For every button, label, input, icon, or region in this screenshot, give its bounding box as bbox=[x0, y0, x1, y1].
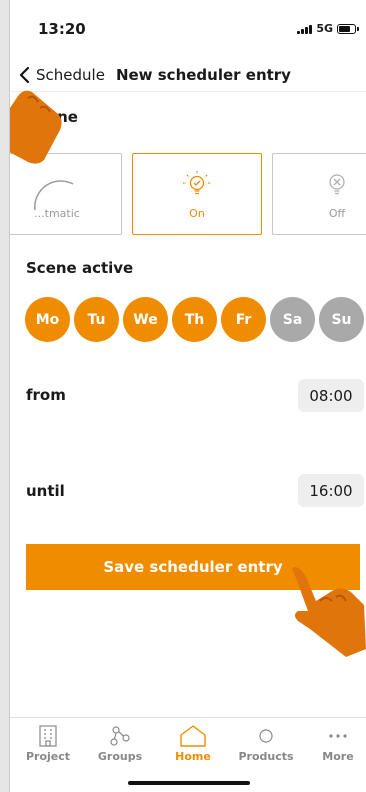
mode-automatic[interactable]: ...tmatic bbox=[10, 153, 122, 235]
more-icon bbox=[328, 724, 348, 748]
products-icon bbox=[256, 724, 276, 748]
device-frame-edge bbox=[0, 0, 10, 792]
battery-icon bbox=[337, 23, 359, 34]
tab-label: More bbox=[322, 750, 354, 763]
weekday-selector: Mo Tu We Th Fr Sa Su bbox=[25, 297, 364, 342]
home-icon bbox=[179, 724, 207, 748]
automatic-icon bbox=[27, 170, 87, 213]
navigation-bar: Schedule New scheduler entry bbox=[10, 58, 366, 92]
status-bar: 13:20 5G bbox=[10, 0, 366, 58]
day-sunday[interactable]: Su bbox=[319, 297, 364, 342]
day-thursday[interactable]: Th bbox=[172, 297, 217, 342]
mode-label: Off bbox=[328, 207, 346, 220]
mode-on[interactable]: On bbox=[132, 153, 262, 235]
day-monday[interactable]: Mo bbox=[25, 297, 70, 342]
scene-active-title: Scene active bbox=[26, 259, 134, 277]
mode-section-title: ...ne bbox=[40, 108, 78, 126]
bulb-on-icon bbox=[179, 170, 215, 201]
day-saturday[interactable]: Sa bbox=[270, 297, 315, 342]
tab-label: Groups bbox=[97, 750, 143, 763]
back-button[interactable]: Schedule bbox=[36, 66, 105, 84]
from-label: from bbox=[26, 386, 66, 404]
tab-label: Project bbox=[25, 750, 71, 763]
mode-selector: ...tmatic On Off bbox=[10, 153, 366, 235]
bulb-off-icon bbox=[319, 170, 355, 201]
day-tuesday[interactable]: Tu bbox=[74, 297, 119, 342]
from-time-picker[interactable]: 08:00 bbox=[298, 379, 364, 412]
chevron-left-icon[interactable] bbox=[16, 65, 32, 85]
home-indicator bbox=[128, 781, 250, 785]
day-friday[interactable]: Fr bbox=[221, 297, 266, 342]
page-title: New scheduler entry bbox=[115, 65, 291, 84]
groups-icon bbox=[109, 724, 131, 748]
phone-screen: 13:20 5G Schedule New scheduler entry ..… bbox=[10, 0, 366, 792]
tab-groups[interactable]: Groups bbox=[84, 724, 156, 763]
until-label: until bbox=[26, 482, 65, 500]
tab-products[interactable]: Products bbox=[230, 724, 302, 763]
tab-label: Home bbox=[175, 750, 211, 763]
tab-label: Products bbox=[238, 750, 294, 763]
network-label: 5G bbox=[316, 22, 333, 35]
mode-off[interactable]: Off bbox=[272, 153, 366, 235]
building-icon bbox=[38, 724, 58, 748]
mode-label: On bbox=[189, 207, 205, 220]
save-scheduler-entry-button[interactable]: Save scheduler entry bbox=[26, 544, 360, 590]
signal-icon bbox=[297, 24, 313, 34]
status-time: 13:20 bbox=[38, 20, 86, 38]
until-time-picker[interactable]: 16:00 bbox=[298, 474, 364, 507]
day-wednesday[interactable]: We bbox=[123, 297, 168, 342]
tab-home[interactable]: Home bbox=[157, 724, 229, 763]
tab-project[interactable]: Project bbox=[12, 724, 84, 763]
status-indicators: 5G bbox=[297, 22, 359, 35]
tab-more[interactable]: More bbox=[302, 724, 366, 763]
